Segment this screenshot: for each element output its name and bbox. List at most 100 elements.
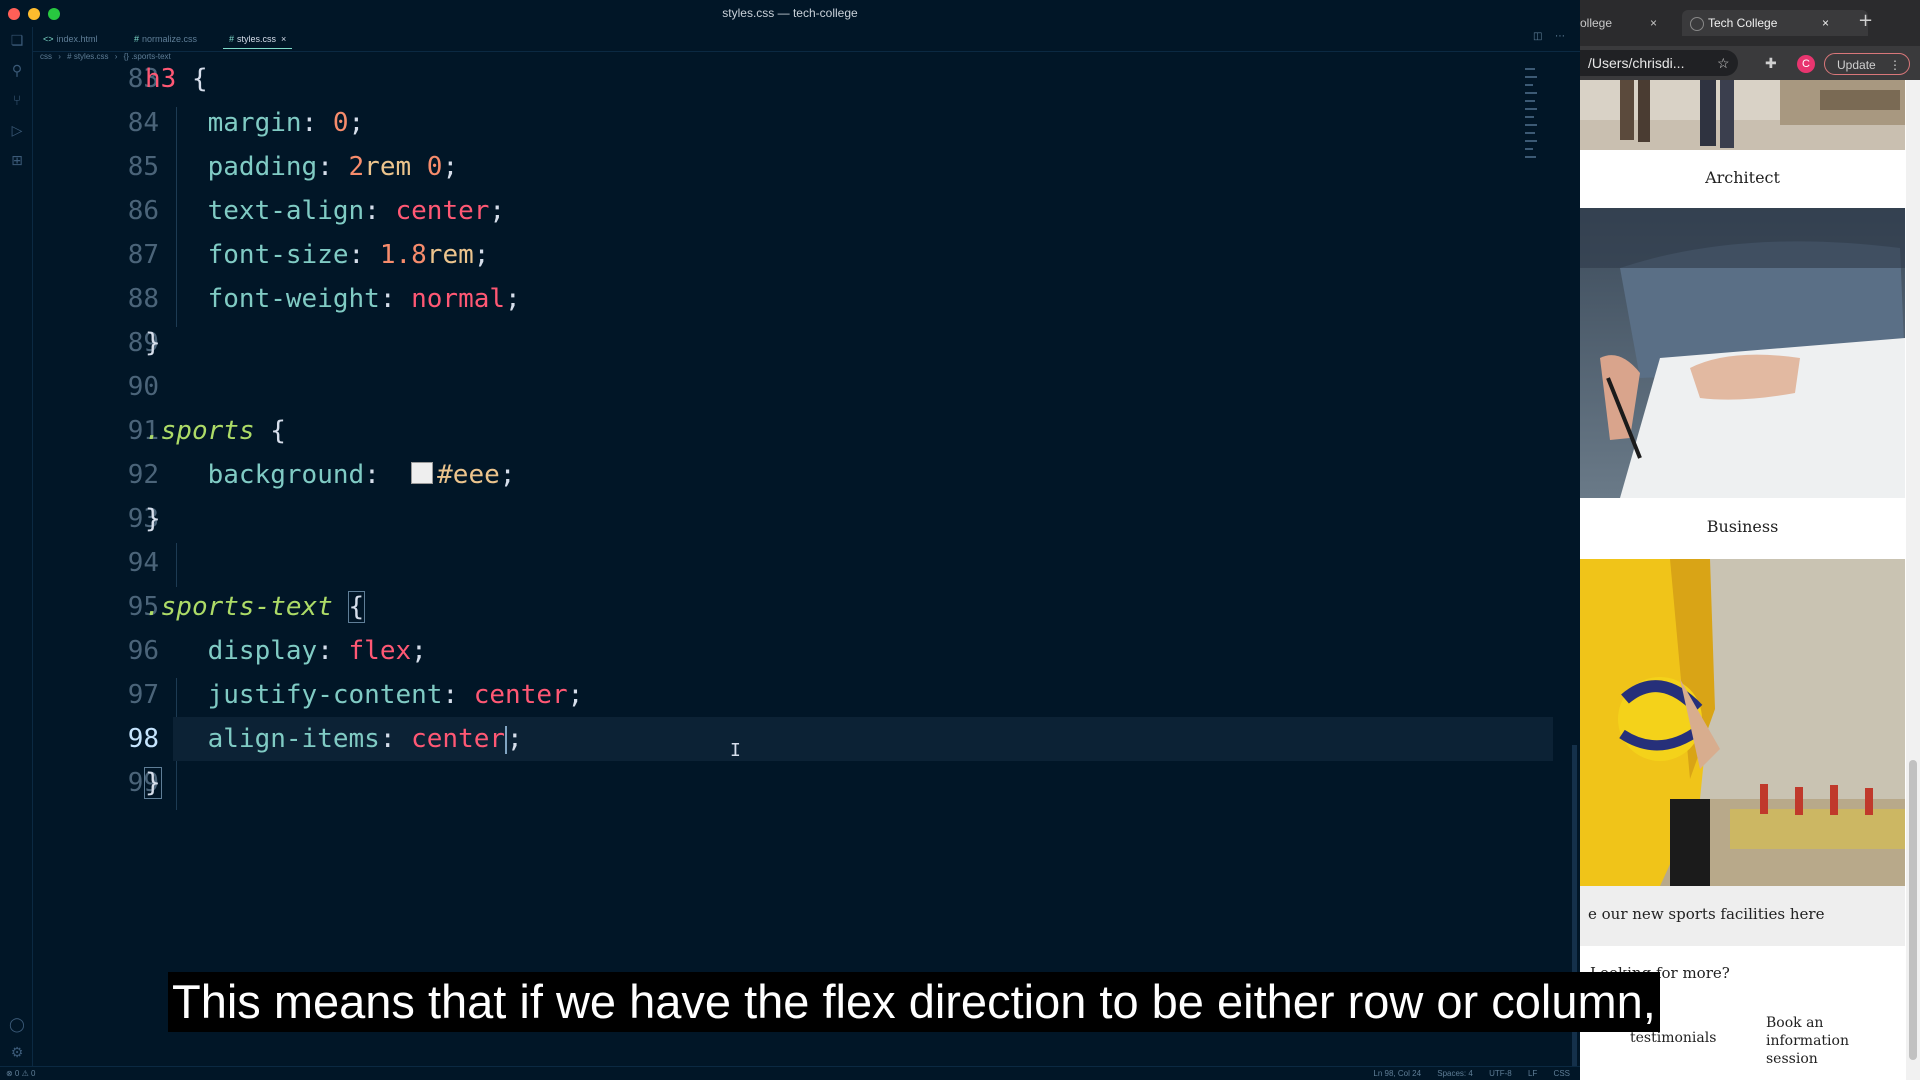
sports-photo — [1580, 559, 1905, 886]
number-token: 0 — [426, 152, 443, 182]
line-number: 90 — [127, 372, 159, 402]
info-session-link[interactable]: Book an information session — [1766, 1014, 1876, 1068]
property-token: text-align — [207, 196, 365, 226]
more-actions-icon[interactable]: ⋯ — [1555, 31, 1565, 42]
account-icon[interactable]: ◯ — [9, 1017, 25, 1033]
tab-label: normalize.css — [142, 34, 198, 44]
minimap-line — [1525, 116, 1534, 118]
code-text: .sports-text { — [145, 585, 366, 629]
brace-token: { — [176, 64, 208, 94]
selector-token: h3 — [145, 64, 177, 94]
browser-tab-strip: ollege × Tech College × + — [1580, 0, 1920, 46]
indentation-setting[interactable]: Spaces: 4 — [1437, 1069, 1473, 1078]
unit-token: rem — [364, 152, 412, 182]
split-editor-icon[interactable]: ◫ — [1533, 31, 1542, 42]
language-mode[interactable]: CSS — [1554, 1069, 1570, 1078]
line-ending-setting[interactable]: LF — [1528, 1069, 1537, 1078]
minimap-line — [1525, 132, 1535, 134]
code-line: 88 font-weight: normal; — [33, 277, 1523, 321]
number-token: 0 — [332, 108, 349, 138]
minimap-line — [1525, 156, 1536, 158]
brace-token: { — [254, 416, 286, 446]
browser-scrollbar-thumb[interactable] — [1909, 760, 1917, 1060]
number-token: 2 — [348, 152, 365, 182]
close-tab-icon[interactable]: × — [281, 34, 286, 44]
code-line: 85 padding: 2rem 0; — [33, 145, 1523, 189]
code-text: } — [145, 321, 161, 365]
explorer-icon[interactable]: ❏ — [9, 33, 25, 49]
colon-token: : — [364, 460, 412, 490]
code-area[interactable]: 83 h3 { 84 margin: 0; 85 padding: 2rem 0… — [33, 63, 1573, 963]
code-text: } — [144, 761, 162, 805]
text-cursor-icon: I — [730, 740, 741, 761]
kebab-menu-icon[interactable]: ⋮ — [1889, 54, 1901, 76]
code-text: background: #eee; — [145, 453, 516, 497]
bookmark-star-icon[interactable]: ☆ — [1717, 50, 1730, 76]
hex-color-token: #eee — [437, 460, 500, 490]
minimap-line — [1525, 100, 1535, 102]
keyword-token: center — [395, 196, 490, 226]
code-line: 93 } — [33, 497, 1523, 541]
tab-index-html[interactable]: <> index.html — [37, 30, 104, 48]
profile-avatar[interactable]: C — [1797, 55, 1815, 73]
code-text: align-items: center; — [145, 717, 523, 761]
close-tab-icon[interactable]: × — [1822, 10, 1829, 36]
browser-tab[interactable]: ollege × — [1580, 10, 1668, 36]
tab-label: styles.css — [237, 34, 277, 44]
cursor-position[interactable]: Ln 98, Col 24 — [1373, 1069, 1421, 1078]
keyword-token: center — [473, 680, 568, 710]
minimap-line — [1525, 76, 1537, 78]
tab-styles-css[interactable]: # styles.css × — [223, 30, 293, 49]
minimap-line — [1525, 124, 1537, 126]
update-button[interactable]: Update ⋮ — [1824, 53, 1910, 75]
run-debug-icon[interactable]: ▷ — [9, 123, 25, 139]
search-icon[interactable]: ⚲ — [9, 63, 25, 79]
problems-indicator[interactable]: ⊗ 0 ⚠ 0 — [6, 1069, 35, 1078]
browser-tab-active[interactable]: Tech College × — [1682, 10, 1868, 36]
code-text: .sports { — [145, 409, 286, 453]
keyword-token: flex — [348, 636, 412, 666]
status-bar: ⊗ 0 ⚠ 0 Ln 98, Col 24 Spaces: 4 UTF-8 LF… — [0, 1066, 1580, 1080]
code-editor-window: styles.css — tech-college ❏ ⚲ ⑂ ▷ ⊞ ◯ ⚙ … — [0, 0, 1580, 1080]
html-file-icon: <> — [43, 34, 54, 44]
source-control-icon[interactable]: ⑂ — [9, 93, 25, 109]
status-right-items: Ln 98, Col 24 Spaces: 4 UTF-8 LF CSS — [1359, 1069, 1570, 1078]
unit-token: rem — [426, 240, 474, 270]
business-photo — [1580, 208, 1905, 498]
minimap-line — [1525, 108, 1537, 110]
extensions-puzzle-icon[interactable]: ✚ — [1765, 56, 1777, 72]
colon-token: : — [379, 724, 412, 754]
keyword-token: normal — [411, 284, 506, 314]
settings-gear-icon[interactable]: ⚙ — [9, 1045, 25, 1061]
css-file-icon: # — [229, 34, 235, 44]
minimap-line — [1525, 68, 1535, 70]
tab-normalize-css[interactable]: # normalize.css — [128, 30, 203, 48]
testimonials-link[interactable]: testimonials — [1630, 1030, 1716, 1046]
program-caption: Business — [1706, 517, 1779, 536]
encoding-setting[interactable]: UTF-8 — [1489, 1069, 1512, 1078]
semicolon-token: ; — [567, 680, 584, 710]
color-swatch[interactable] — [411, 461, 434, 484]
code-line: 91 .sports { — [33, 409, 1523, 453]
minimap[interactable] — [1525, 66, 1539, 166]
colon-token: : — [364, 196, 396, 226]
minimap-line — [1525, 92, 1537, 94]
semicolon-token: ; — [499, 460, 516, 490]
code-line: 84 margin: 0; — [33, 101, 1523, 145]
semicolon-token: ; — [442, 152, 459, 182]
semicolon-token: ; — [489, 196, 506, 226]
semicolon-token: ; — [507, 724, 523, 754]
property-token: align-items — [207, 724, 380, 754]
semicolon-token: ; — [348, 108, 365, 138]
address-bar[interactable]: /Users/chrisdi... ☆ — [1580, 50, 1738, 76]
brace-token: } — [145, 328, 161, 358]
update-label: Update — [1837, 58, 1876, 72]
code-line: 90 — [33, 365, 1523, 409]
code-line: 87 font-size: 1.8rem; — [33, 233, 1523, 277]
close-tab-icon[interactable]: × — [1650, 10, 1657, 36]
activity-bar: ❏ ⚲ ⑂ ▷ ⊞ ◯ ⚙ — [0, 27, 33, 1080]
property-token: background — [207, 460, 365, 490]
class-selector-token: .sports — [145, 416, 255, 446]
new-tab-button[interactable]: + — [1858, 10, 1873, 31]
extensions-icon[interactable]: ⊞ — [9, 153, 25, 169]
